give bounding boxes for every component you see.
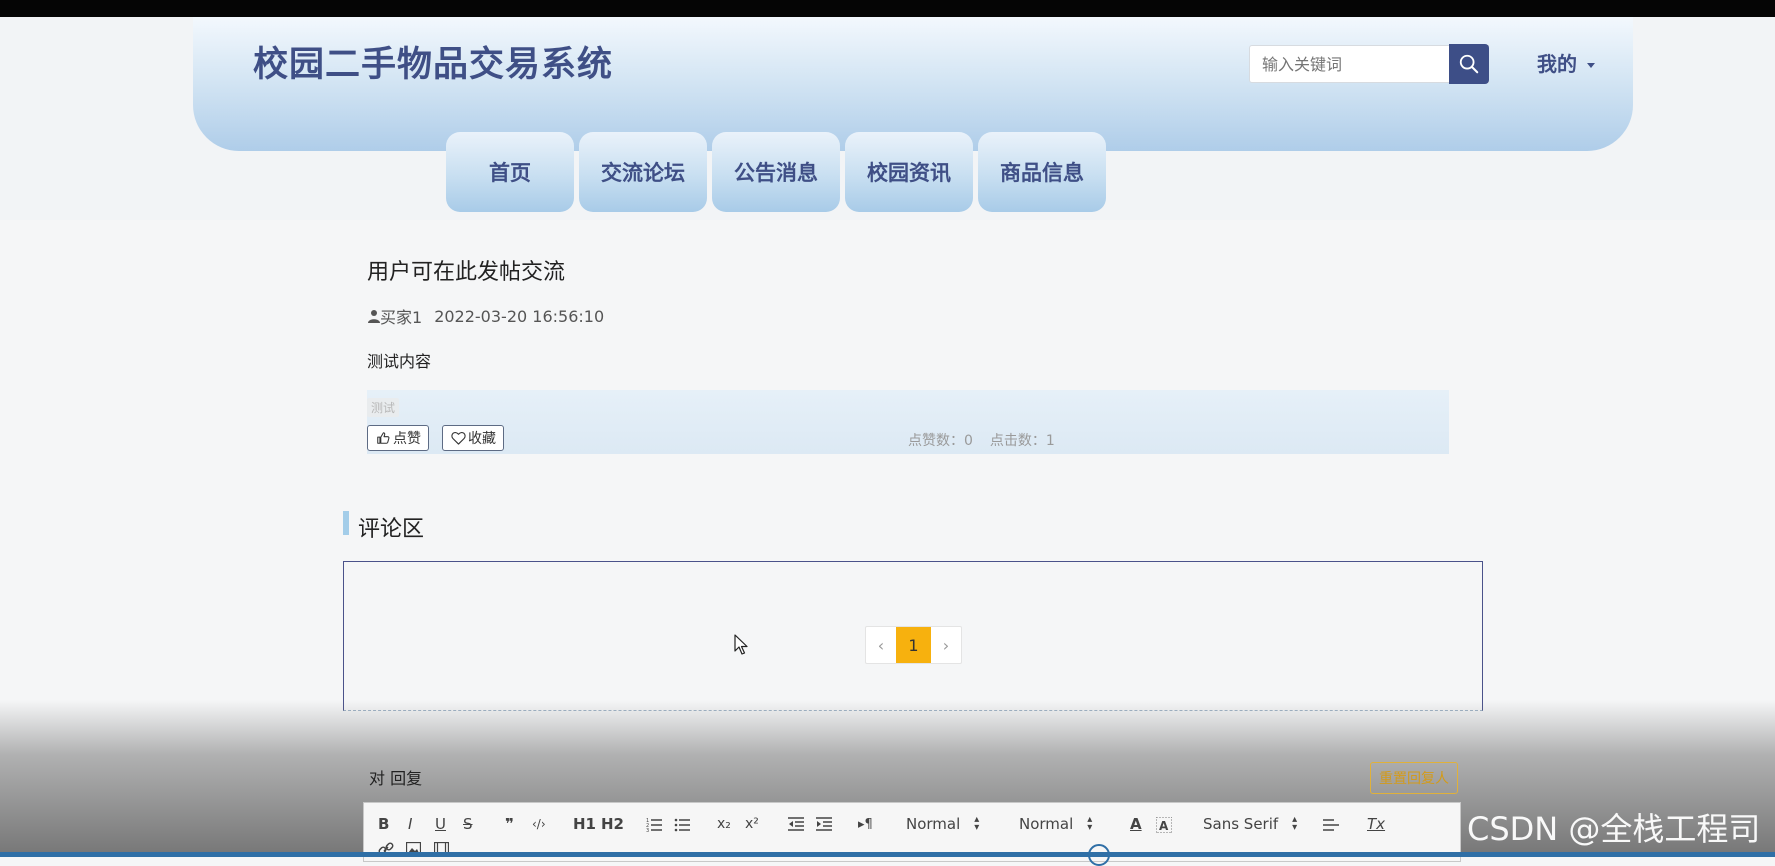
site-title: 校园二手物品交易系统 xyxy=(253,45,614,85)
nav-tab-products[interactable]: 商品信息 xyxy=(978,132,1106,212)
post-content: 测试内容 xyxy=(367,352,432,371)
post-author: 买家1 xyxy=(380,308,423,327)
bullet-list-icon[interactable] xyxy=(674,816,690,832)
code-button[interactable]: ‹/› xyxy=(532,814,546,834)
pagination-prev-button[interactable]: ‹ xyxy=(866,627,896,663)
text-color-button[interactable]: A xyxy=(1130,814,1142,834)
nav-tab-forum[interactable]: 交流论坛 xyxy=(579,132,707,212)
svg-text:3: 3 xyxy=(646,828,649,832)
reset-reply-button[interactable]: 重置回复人 xyxy=(1370,762,1458,794)
ordered-list-icon[interactable]: 123 xyxy=(646,816,662,832)
user-icon xyxy=(368,310,380,323)
pagination-page-current[interactable]: 1 xyxy=(896,627,931,663)
heart-icon xyxy=(451,432,466,445)
strike-button[interactable]: S xyxy=(463,814,473,834)
subscript-button[interactable]: x₂ xyxy=(717,814,731,834)
pagination: ‹ 1 › xyxy=(865,626,962,664)
select-updown-icon: ▴ ▾ xyxy=(1087,814,1093,833)
select-updown-icon: ▴ ▾ xyxy=(1292,814,1298,833)
clean-format-button[interactable]: Tx xyxy=(1367,814,1385,834)
italic-button[interactable]: I xyxy=(408,814,412,834)
post-meta: 买家1 2022-03-20 16:56:10 xyxy=(368,304,604,328)
align-icon[interactable] xyxy=(1323,818,1339,832)
background-color-icon[interactable]: A xyxy=(1156,817,1172,833)
header-select-value: Normal xyxy=(906,815,961,833)
user-menu[interactable]: 我的 xyxy=(1537,48,1595,77)
font-select[interactable]: Sans Serif ▴ ▾ xyxy=(1203,814,1298,834)
nav-tab-campus-news[interactable]: 校园资讯 xyxy=(845,132,973,212)
reply-label: 对 回复 xyxy=(369,769,423,788)
user-menu-label: 我的 xyxy=(1537,52,1577,76)
mouse-cursor-icon xyxy=(734,634,748,655)
header-select[interactable]: Normal ▴ ▾ xyxy=(906,814,980,834)
h1-button[interactable]: H1 xyxy=(573,814,596,834)
svg-text:A: A xyxy=(1159,819,1169,833)
click-count: 点击数：1 xyxy=(989,433,1055,449)
bottom-progress-bar xyxy=(0,852,1775,857)
nav-tab-home[interactable]: 首页 xyxy=(446,132,574,212)
favorite-label: 收藏 xyxy=(468,431,496,447)
like-count: 点赞数：0 xyxy=(908,433,973,449)
pagination-next-button[interactable]: › xyxy=(931,627,961,663)
nav-tab-announcements[interactable]: 公告消息 xyxy=(712,132,840,212)
h2-button[interactable]: H2 xyxy=(601,814,624,834)
size-select[interactable]: Normal ▴ ▾ xyxy=(1019,814,1093,834)
search-button[interactable] xyxy=(1449,44,1489,84)
select-updown-icon: ▴ ▾ xyxy=(974,814,980,833)
font-select-value: Sans Serif xyxy=(1203,815,1279,833)
like-label: 点赞 xyxy=(393,431,421,447)
post-title: 用户可在此发帖交流 xyxy=(367,260,566,285)
size-select-value: Normal xyxy=(1019,815,1074,833)
comment-section-marker xyxy=(343,511,349,535)
favorite-button[interactable]: 收藏 xyxy=(442,425,504,451)
post-tag: 测试 xyxy=(367,398,400,417)
outdent-icon[interactable] xyxy=(788,817,804,831)
watermark: CSDN @全栈工程司 xyxy=(1467,810,1761,848)
loading-ring-icon xyxy=(1088,844,1110,866)
post-stats: 点赞数：0 点击数：1 xyxy=(908,430,1072,450)
window-top-bar xyxy=(0,0,1775,17)
like-button[interactable]: 点赞 xyxy=(367,425,429,451)
caret-down-icon xyxy=(1587,63,1595,68)
underline-button[interactable]: U xyxy=(435,814,446,834)
text-direction-button[interactable]: ▸¶ xyxy=(858,814,873,834)
blockquote-button[interactable]: ❞ xyxy=(505,814,514,834)
comment-section-title: 评论区 xyxy=(358,517,425,542)
search-icon xyxy=(1459,54,1479,74)
thumbs-up-icon xyxy=(377,432,390,444)
superscript-button[interactable]: x² xyxy=(745,814,759,834)
bold-button[interactable]: B xyxy=(378,814,389,834)
post-time: 2022-03-20 16:56:10 xyxy=(434,306,605,326)
indent-icon[interactable] xyxy=(816,817,832,831)
